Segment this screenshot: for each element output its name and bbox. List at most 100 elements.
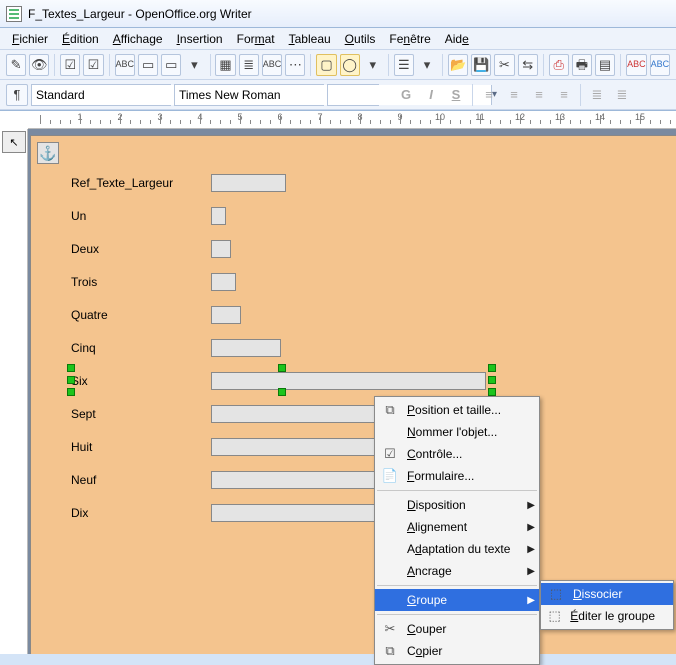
ctx-position-et-taille-[interactable]: ⧉Position et taille... [375, 399, 539, 421]
font-input[interactable] [175, 85, 338, 105]
form-label: Neuf [71, 473, 211, 487]
ctx-formulaire-[interactable]: 📄Formulaire... [375, 465, 539, 487]
ctx-nommer-l-objet-[interactable]: Nommer l'objet... [375, 421, 539, 443]
form-row: Ref_Texte_Largeur [71, 172, 286, 194]
ctx-alignement[interactable]: Alignement▶ [375, 516, 539, 538]
form-field[interactable] [211, 174, 286, 192]
form-field[interactable] [211, 306, 241, 324]
selection-handle[interactable] [488, 376, 496, 384]
form-field[interactable] [211, 438, 401, 456]
ctx-disposition[interactable]: Disposition▶ [375, 494, 539, 516]
dd3-icon[interactable]: ▾ [417, 54, 437, 76]
menu-affichage[interactable]: Affichage [107, 30, 169, 48]
dd-icon[interactable]: ▾ [184, 54, 204, 76]
checkbox-icon[interactable]: ☑ [60, 54, 80, 76]
menu-aide[interactable]: Aide [439, 30, 475, 48]
save-icon[interactable]: 💾 [471, 54, 491, 76]
abc-icon[interactable]: ABC [262, 54, 283, 76]
pdf-icon[interactable]: ⎙ [549, 54, 569, 76]
abc-box-icon[interactable]: ABC [115, 54, 136, 76]
form-field[interactable] [211, 372, 486, 390]
ctx-groupe[interactable]: Groupe▶ [375, 589, 539, 611]
numbered-list-icon[interactable]: ≣ [586, 84, 608, 106]
menu-fenêtre[interactable]: Fenêtre [383, 30, 436, 48]
print-icon[interactable]: 🖶 [572, 54, 592, 76]
form-field[interactable] [211, 240, 231, 258]
ctx-label: Disposition [407, 498, 466, 512]
align-left-icon[interactable]: ≡ [478, 84, 500, 106]
menu-édition[interactable]: Édition [56, 30, 105, 48]
toolbar-main: ✎ 👁 ☑ ☑ ABC ▭ ▭ ▾ ▦ ≣ ABC ⋯ ▢ ◯ ▾ ☰ ▾ 📂 … [0, 50, 676, 80]
ctx-contr-le-[interactable]: ☑Contrôle... [375, 443, 539, 465]
vertical-ruler[interactable]: ↖ [0, 129, 28, 654]
more-icon[interactable]: ⋯ [285, 54, 305, 76]
selection-handle[interactable] [488, 364, 496, 372]
menu-outils[interactable]: Outils [339, 30, 382, 48]
selection-handle[interactable] [278, 388, 286, 396]
menu-fichier[interactable]: Fichier [6, 30, 54, 48]
selection-handle[interactable] [488, 388, 496, 396]
form-label: Deux [71, 242, 211, 256]
ctx-adaptation-du-texte[interactable]: Adaptation du texte▶ [375, 538, 539, 560]
selection-handle[interactable] [67, 376, 75, 384]
preview-icon[interactable]: 👁 [29, 54, 49, 76]
bold-button[interactable]: G [395, 84, 417, 106]
styles-window-icon[interactable]: ¶ [6, 84, 28, 106]
edit-file-icon[interactable]: ✎ [6, 54, 26, 76]
cut-icon[interactable]: ✂ [494, 54, 514, 76]
form-row: Trois [71, 271, 236, 293]
form-props-icon[interactable]: ☰ [394, 54, 414, 76]
form-label: Cinq [71, 341, 211, 355]
selection-handle[interactable] [67, 364, 75, 372]
form-field[interactable] [211, 207, 226, 225]
ctx--diter-le-groupe[interactable]: ⬚Éditer le groupe [541, 605, 673, 627]
list-icon[interactable]: ≣ [239, 54, 259, 76]
ctx-copier[interactable]: ⧉Copier [375, 640, 539, 662]
spellcheck-icon[interactable]: ABC [626, 54, 647, 76]
menu-separator [377, 490, 537, 491]
ctx-ancrage[interactable]: Ancrage▶ [375, 560, 539, 582]
ctx-label: Éditer le groupe [570, 609, 655, 623]
dd2-icon[interactable]: ▾ [363, 54, 383, 76]
cursor-tool-icon[interactable]: ↖ [2, 131, 26, 153]
form-field[interactable] [211, 273, 236, 291]
underline-button[interactable]: S [445, 84, 467, 106]
form-label: Un [71, 209, 211, 223]
oval-icon[interactable]: ◯ [340, 54, 360, 76]
selection-handle[interactable] [67, 388, 75, 396]
style-input[interactable] [32, 85, 195, 105]
selection-handle[interactable] [278, 364, 286, 372]
field2-icon[interactable]: ▭ [161, 54, 181, 76]
italic-button[interactable]: I [420, 84, 442, 106]
style-select[interactable]: ▾ [31, 84, 171, 106]
align-center-icon[interactable]: ≡ [503, 84, 525, 106]
form-row: Sept [71, 403, 391, 425]
horizontal-ruler[interactable]: 123456789101112131415 [28, 111, 676, 129]
form-row: Cinq [71, 337, 281, 359]
shape-icon[interactable]: ▢ [316, 54, 336, 76]
anchor-icon[interactable]: ⚓ [37, 142, 59, 164]
align-right-icon[interactable]: ≡ [528, 84, 550, 106]
bullet-list-icon[interactable]: ≣ [611, 84, 633, 106]
col-icon[interactable]: ▤ [595, 54, 615, 76]
canvas[interactable]: ⚓ Ref_Texte_LargeurUnDeuxTroisQuatreCinq… [28, 129, 676, 654]
size-select[interactable]: ▾ [327, 84, 379, 106]
field-icon[interactable]: ▭ [138, 54, 158, 76]
autocorrect-icon[interactable]: ABC [650, 54, 671, 76]
form-field[interactable] [211, 405, 391, 423]
menu-tableau[interactable]: Tableau [283, 30, 337, 48]
ctx-label: Adaptation du texte [407, 542, 510, 556]
ctx-label: Copier [407, 644, 442, 658]
menu-insertion[interactable]: Insertion [171, 30, 229, 48]
font-select[interactable]: ▾ [174, 84, 324, 106]
form-field[interactable] [211, 339, 281, 357]
align-justify-icon[interactable]: ≡ [553, 84, 575, 106]
open-icon[interactable]: 📂 [448, 54, 468, 76]
ctx-dissocier[interactable]: ⬚Dissocier [541, 583, 673, 605]
checkbox2-icon[interactable]: ☑ [83, 54, 103, 76]
menu-format[interactable]: Format [231, 30, 281, 48]
page[interactable]: ⚓ Ref_Texte_LargeurUnDeuxTroisQuatreCinq… [30, 135, 676, 654]
toggle-icon[interactable]: ⇆ [518, 54, 538, 76]
grid-icon[interactable]: ▦ [215, 54, 235, 76]
ctx-couper[interactable]: ✂Couper [375, 618, 539, 640]
